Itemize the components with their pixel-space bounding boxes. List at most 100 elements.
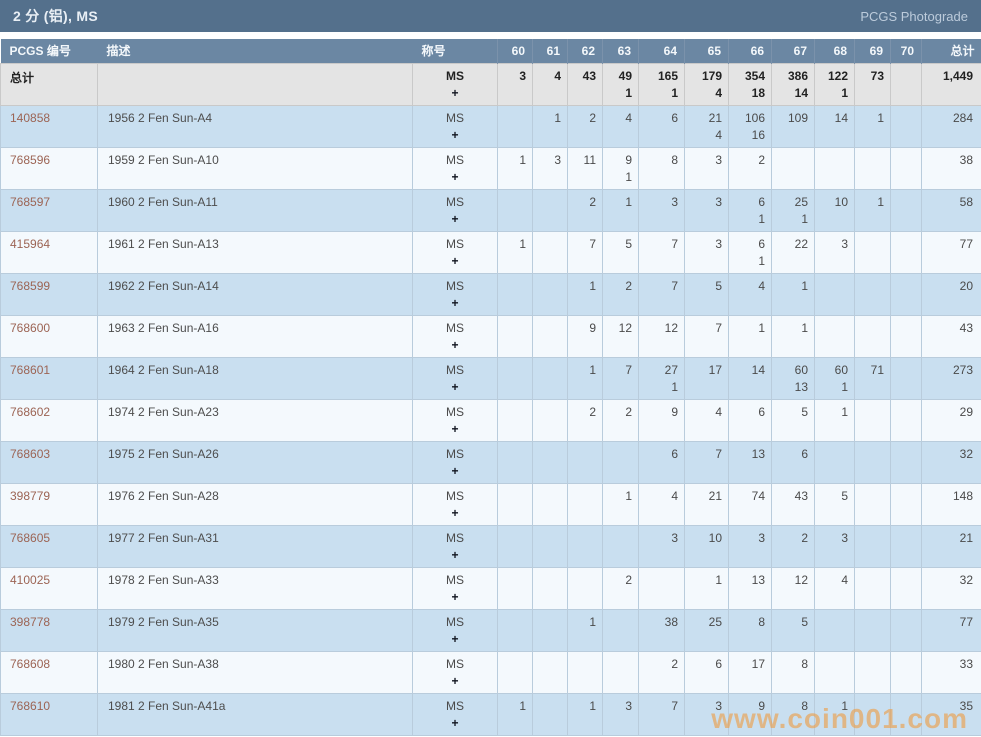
- ms-count: 3: [686, 194, 722, 211]
- grade-cell: [498, 315, 533, 357]
- grade-cell: [603, 525, 639, 567]
- plus-count: [892, 589, 915, 606]
- ms-count: 3: [686, 236, 722, 253]
- plus-count: 1: [730, 211, 765, 228]
- grade-cell: [855, 273, 891, 315]
- ms-count: [856, 446, 884, 463]
- pcgs-number-link[interactable]: 768605: [10, 531, 50, 545]
- plus-count: 1: [816, 85, 848, 102]
- pcgs-cell: 398779: [1, 483, 98, 525]
- pcgs-number-link[interactable]: 768600: [10, 321, 50, 335]
- table-row: 7685991962 2 Fen Sun-A14MS+12754120: [1, 273, 981, 315]
- ms-count: [499, 194, 526, 211]
- ms-count: 122: [816, 68, 848, 85]
- plus-count: 1: [604, 169, 632, 186]
- plus-count: [892, 169, 915, 186]
- pcgs-number-link[interactable]: 768608: [10, 657, 50, 671]
- grade-cell: 38614: [772, 63, 815, 105]
- table-row: 4100251978 2 Fen Sun-A33MS+211312432: [1, 567, 981, 609]
- pcgs-number-link[interactable]: 768601: [10, 363, 50, 377]
- designation-cell: MS+: [413, 273, 498, 315]
- ms-count: [604, 614, 632, 631]
- ms-count: 17: [730, 656, 765, 673]
- ms-count: [534, 530, 561, 547]
- plus-count: 4: [686, 85, 722, 102]
- plus-count: [499, 421, 526, 438]
- grade-cell: 38: [639, 609, 685, 651]
- pcgs-number-link[interactable]: 398779: [10, 489, 50, 503]
- grade-cell: 13: [729, 567, 772, 609]
- designation-ms: MS: [413, 110, 497, 127]
- total-value: 33: [923, 656, 973, 673]
- ms-count: 3: [816, 530, 848, 547]
- pcgs-number-link[interactable]: 768602: [10, 405, 50, 419]
- designation-ms: MS: [413, 68, 497, 85]
- pcgs-number-link[interactable]: 140858: [10, 111, 50, 125]
- plus-count: [773, 253, 808, 270]
- pcgs-number-link[interactable]: 768610: [10, 699, 50, 713]
- designation-cell: MS+: [413, 315, 498, 357]
- plus-count: [569, 337, 596, 354]
- photograde-link[interactable]: PCGS Photograde: [860, 9, 968, 24]
- table-row: 7686101981 2 Fen Sun-A41aMS+1137398135: [1, 693, 981, 735]
- total-cell: 35: [922, 693, 981, 735]
- plus-count: [773, 169, 808, 186]
- grade-cell: [891, 231, 922, 273]
- ms-count: [892, 656, 915, 673]
- ms-count: 109: [773, 110, 808, 127]
- plus-count: [569, 169, 596, 186]
- ms-count: [816, 278, 848, 295]
- ms-count: 12: [604, 320, 632, 337]
- description-cell: 1979 2 Fen Sun-A35: [98, 609, 413, 651]
- plus-count: [534, 631, 561, 648]
- plus-count: [730, 715, 765, 732]
- ms-count: 11: [569, 152, 596, 169]
- pcgs-number-link[interactable]: 768599: [10, 279, 50, 293]
- ms-count: [534, 614, 561, 631]
- ms-count: [892, 614, 915, 631]
- grade-cell: [891, 567, 922, 609]
- grade-cell: [891, 525, 922, 567]
- pcgs-number-link[interactable]: 768597: [10, 195, 50, 209]
- grade-cell: [498, 609, 533, 651]
- grade-cell: [603, 609, 639, 651]
- designation-plus: +: [413, 253, 497, 270]
- ms-count: 25: [686, 614, 722, 631]
- column-header-grade-64: 64: [639, 39, 685, 63]
- pcgs-number-link[interactable]: 768596: [10, 153, 50, 167]
- plus-count: [604, 253, 632, 270]
- ms-count: [499, 446, 526, 463]
- plus-count: [534, 337, 561, 354]
- ms-count: [856, 698, 884, 715]
- pcgs-number-link[interactable]: 768603: [10, 447, 50, 461]
- plus-count: [569, 421, 596, 438]
- pcgs-number-link[interactable]: 410025: [10, 573, 50, 587]
- grade-cell: [498, 525, 533, 567]
- description-cell: 1980 2 Fen Sun-A38: [98, 651, 413, 693]
- ms-count: 6: [686, 656, 722, 673]
- grade-cell: [498, 105, 533, 147]
- grade-cell: 2: [603, 273, 639, 315]
- grade-cell: 61: [729, 189, 772, 231]
- plus-count: [604, 505, 632, 522]
- plus-count: [640, 547, 678, 564]
- ms-count: 1: [816, 698, 848, 715]
- plus-count: [856, 253, 884, 270]
- grade-cell: 1: [533, 105, 568, 147]
- plus-count: [892, 673, 915, 690]
- pcgs-cell: 140858: [1, 105, 98, 147]
- ms-count: [816, 656, 848, 673]
- plus-count: [686, 379, 722, 396]
- table-row: 7685971960 2 Fen Sun-A11MS+2133612511015…: [1, 189, 981, 231]
- table-row: 1408581956 2 Fen Sun-A4MS+12462141061610…: [1, 105, 981, 147]
- plus-count: [534, 379, 561, 396]
- ms-count: [499, 320, 526, 337]
- grade-cell: [533, 483, 568, 525]
- plus-count: [534, 253, 561, 270]
- ms-count: 1: [856, 194, 884, 211]
- grade-cell: [568, 651, 603, 693]
- pcgs-number-link[interactable]: 415964: [10, 237, 50, 251]
- ms-count: 1: [569, 278, 596, 295]
- pcgs-number-link[interactable]: 398778: [10, 615, 50, 629]
- table-row: 7685961959 2 Fen Sun-A10MS+13119183238: [1, 147, 981, 189]
